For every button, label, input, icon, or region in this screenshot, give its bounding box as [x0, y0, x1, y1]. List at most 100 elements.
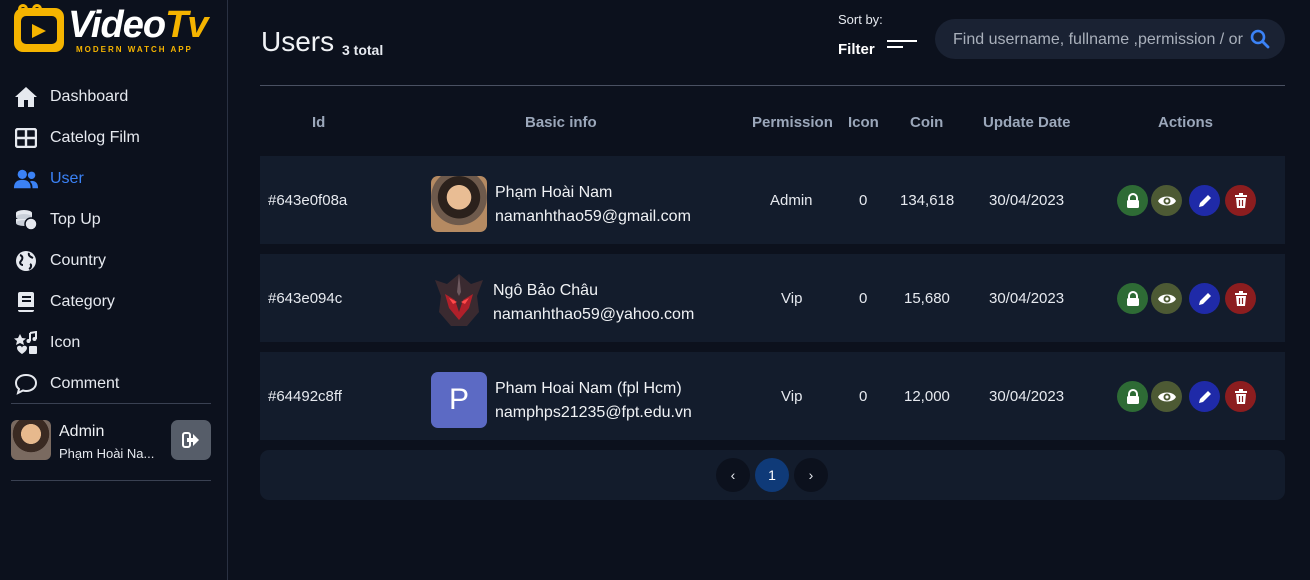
- trash-icon: [1234, 290, 1247, 306]
- view-button[interactable]: [1151, 283, 1182, 314]
- lock-icon: [1126, 388, 1139, 404]
- page-number-button[interactable]: 1: [755, 458, 789, 492]
- lock-icon: [1126, 192, 1139, 208]
- lock-button[interactable]: [1117, 283, 1148, 314]
- pencil-icon: [1198, 194, 1211, 207]
- page-title: Users: [261, 26, 335, 57]
- lock-button[interactable]: [1117, 185, 1148, 216]
- user-update-date: 30/04/2023: [989, 388, 1065, 405]
- lock-button[interactable]: [1117, 381, 1148, 412]
- avatar: [11, 420, 51, 460]
- next-page-button[interactable]: ›: [794, 458, 828, 492]
- sidebar-item-label: Country: [50, 251, 107, 269]
- sidebar-nav: Dashboard Catelog Film User Top Up Count…: [0, 76, 227, 404]
- total-count: 3 total: [342, 42, 384, 58]
- table-row: #643e094c Ngô Bảo Châu namanhthao59@yaho…: [260, 254, 1285, 342]
- edit-button[interactable]: [1189, 381, 1220, 412]
- user-id: #64492c8ff: [268, 388, 342, 405]
- user-coin: 12,000: [904, 388, 950, 405]
- user-update-date: 30/04/2023: [989, 290, 1065, 307]
- user-permission: Vip: [781, 388, 803, 405]
- users-icon: [13, 167, 39, 191]
- tv-logo-icon: [14, 4, 64, 52]
- avatar: [431, 176, 487, 232]
- sidebar-item-label: Comment: [50, 374, 120, 392]
- grid-icon: [13, 126, 39, 150]
- logout-icon: [182, 432, 199, 448]
- user-email: namphps21235@fpt.edu.vn: [495, 404, 692, 421]
- user-coin: 134,618: [900, 192, 955, 209]
- prev-page-button[interactable]: ‹: [716, 458, 750, 492]
- sidebar-item-dashboard[interactable]: Dashboard: [0, 76, 227, 117]
- icons-icon: [13, 330, 39, 355]
- sidebar-item-category[interactable]: Category: [0, 281, 227, 322]
- user-email: namanhthao59@gmail.com: [495, 208, 691, 225]
- avatar: [431, 272, 487, 328]
- view-button[interactable]: [1151, 381, 1182, 412]
- trash-icon: [1234, 388, 1247, 404]
- brand-logo[interactable]: VideoTv MODERN WATCH APP: [12, 0, 212, 60]
- sidebar-item-label: User: [50, 169, 84, 187]
- profile-name: Phạm Hoài Na...: [59, 446, 155, 461]
- lock-icon: [1126, 290, 1139, 306]
- user-fullname: Ngô Bảo Châu: [493, 282, 598, 299]
- view-button[interactable]: [1151, 185, 1182, 216]
- header-divider: [260, 85, 1285, 86]
- pencil-icon: [1198, 390, 1211, 403]
- pencil-icon: [1198, 292, 1211, 305]
- globe-icon: [13, 249, 39, 273]
- sidebar-divider: [11, 480, 211, 481]
- trash-icon: [1234, 192, 1247, 208]
- home-icon: [13, 85, 39, 109]
- profile-role: Admin: [59, 423, 105, 440]
- search-bar: [935, 19, 1285, 59]
- user-coin: 15,680: [904, 290, 950, 307]
- brand-tagline: MODERN WATCH APP: [76, 45, 193, 54]
- eye-icon: [1157, 392, 1176, 401]
- delete-button[interactable]: [1225, 381, 1256, 412]
- user-id: #643e094c: [268, 290, 343, 307]
- delete-button[interactable]: [1225, 283, 1256, 314]
- user-id: #643e0f08a: [268, 192, 348, 209]
- sidebar-item-label: Catelog Film: [50, 128, 140, 146]
- sidebar-item-label: Category: [50, 292, 115, 310]
- user-permission: Vip: [781, 290, 803, 307]
- user-fullname: Pham Hoai Nam (fpl Hcm): [495, 380, 682, 397]
- sidebar: VideoTv MODERN WATCH APP Dashboard Catel…: [0, 0, 228, 580]
- sidebar-item-top-up[interactable]: Top Up: [0, 199, 227, 240]
- sidebar-item-icon[interactable]: Icon: [0, 322, 227, 363]
- delete-button[interactable]: [1225, 185, 1256, 216]
- avatar: P: [431, 372, 487, 428]
- user-permission: Admin: [770, 192, 813, 209]
- comment-icon: [13, 372, 39, 396]
- sidebar-item-comment[interactable]: Comment: [0, 363, 227, 404]
- sidebar-item-user[interactable]: User: [0, 158, 227, 199]
- column-header-update-date: Update Date: [983, 114, 1071, 131]
- user-icon-count: 0: [859, 192, 868, 209]
- edit-button[interactable]: [1189, 283, 1220, 314]
- filter-button[interactable]: Filter: [838, 41, 875, 58]
- sidebar-item-catelog-film[interactable]: Catelog Film: [0, 117, 227, 158]
- search-input[interactable]: [951, 19, 1245, 59]
- search-icon[interactable]: [1250, 29, 1272, 51]
- edit-button[interactable]: [1189, 185, 1220, 216]
- sidebar-item-label: Icon: [50, 333, 81, 351]
- eye-icon: [1157, 294, 1176, 303]
- sidebar-item-label: Dashboard: [50, 87, 129, 105]
- column-header-icon: Icon: [848, 114, 879, 131]
- sidebar-item-label: Top Up: [50, 210, 101, 228]
- user-fullname: Phạm Hoài Nam: [495, 184, 613, 201]
- book-icon: [13, 290, 39, 314]
- sidebar-item-country[interactable]: Country: [0, 240, 227, 281]
- brand-name: VideoTv: [68, 4, 208, 46]
- user-profile: Admin Phạm Hoài Na...: [11, 419, 211, 463]
- sort-label: Sort by:: [838, 12, 883, 27]
- column-header-basic-info: Basic info: [525, 114, 597, 131]
- eye-icon: [1157, 196, 1176, 205]
- column-header-coin: Coin: [910, 114, 944, 131]
- user-icon-count: 0: [859, 388, 868, 405]
- logout-button[interactable]: [171, 420, 211, 460]
- column-header-permission: Permission: [752, 114, 833, 131]
- column-header-actions: Actions: [1158, 114, 1214, 131]
- filter-icon[interactable]: [885, 40, 917, 52]
